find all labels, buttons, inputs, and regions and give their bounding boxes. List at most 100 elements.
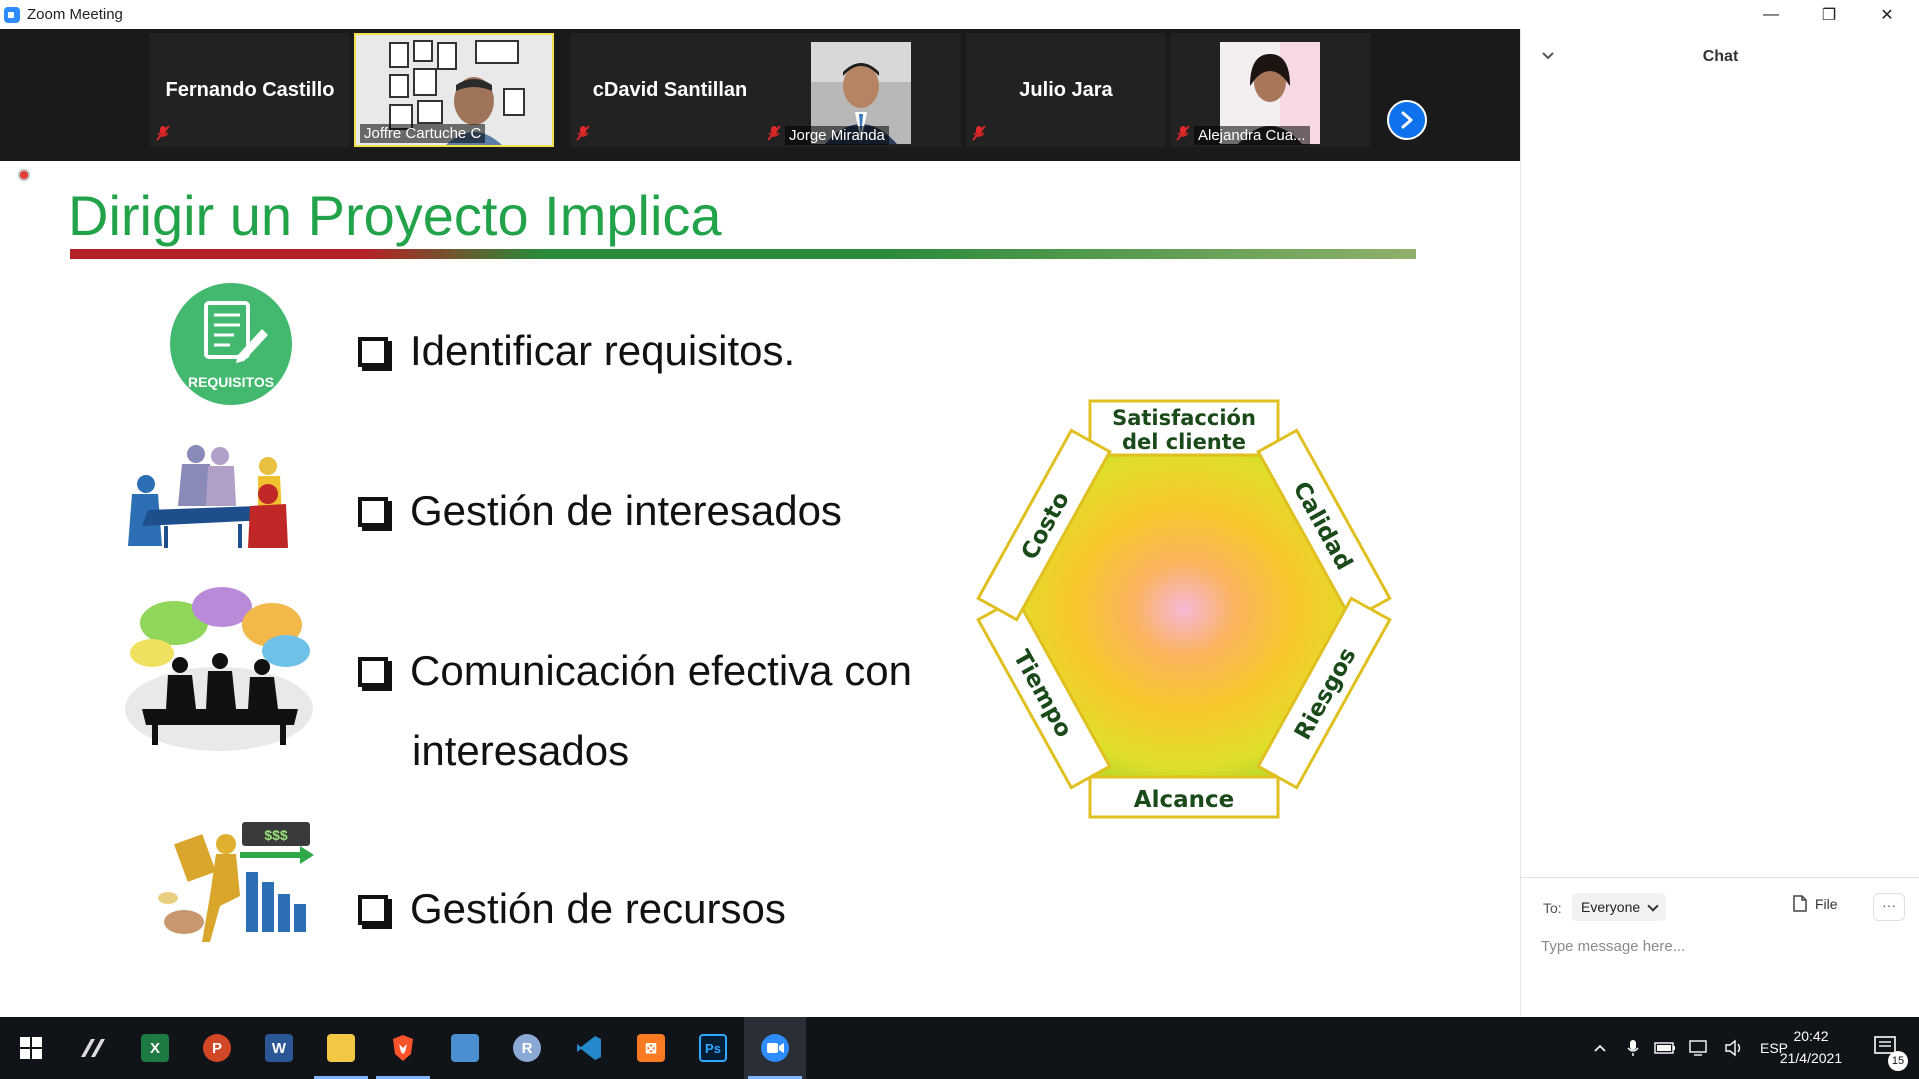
chat-header: Chat xyxy=(1521,29,1919,85)
taskbar-app[interactable] xyxy=(372,1017,434,1079)
title-underline xyxy=(70,249,1416,259)
chevron-up-icon[interactable] xyxy=(1592,1040,1608,1056)
zoom-window: Zoom Meeting — ❐ ✕ Fernando Castillo Jof… xyxy=(0,0,1919,1079)
xampp-icon: ⊠ xyxy=(637,1034,665,1062)
taskbar-app-active[interactable] xyxy=(744,1017,806,1079)
zoom-logo-icon xyxy=(4,7,20,23)
bullet-text: Gestión de interesados xyxy=(410,487,842,534)
notification-count-badge: 15 xyxy=(1888,1051,1908,1071)
chevron-down-icon xyxy=(1647,900,1659,912)
recipient-dropdown[interactable]: Everyone xyxy=(1572,893,1667,921)
participant-name: cDavid Santillan xyxy=(592,79,748,101)
taskbar-app[interactable]: X xyxy=(124,1017,186,1079)
bullet-text: Gestión de recursos xyxy=(410,885,786,932)
participant-tile[interactable]: Jorge Miranda xyxy=(761,33,961,147)
taskbar-app[interactable] xyxy=(434,1017,496,1079)
close-button[interactable]: ✕ xyxy=(1858,0,1916,29)
excel-icon: X xyxy=(141,1034,169,1062)
taskbar-app[interactable] xyxy=(310,1017,372,1079)
taskbar-clock[interactable]: 20:42 21/4/2021 xyxy=(1770,1025,1852,1069)
taskbar-app[interactable]: R xyxy=(496,1017,558,1079)
windows-start-button[interactable] xyxy=(0,1017,62,1079)
clock-date: 21/4/2021 xyxy=(1779,1050,1843,1066)
stakeholders-meeting-illustration xyxy=(128,445,288,548)
taskbar-app[interactable] xyxy=(62,1017,124,1079)
participant-name: Julio Jara xyxy=(1019,79,1113,101)
restore-button[interactable]: ❐ xyxy=(1800,0,1858,29)
network-icon[interactable] xyxy=(1688,1039,1710,1057)
hexagon-bottom-label: Alcance xyxy=(1134,787,1234,813)
participant-tile-active-speaker[interactable]: Joffre Cartuche C xyxy=(354,33,554,147)
resources-illustration: $$$ xyxy=(158,822,314,942)
file-icon xyxy=(1793,895,1807,912)
chat-message-input[interactable] xyxy=(1541,931,1901,961)
next-page-button[interactable] xyxy=(1387,100,1427,140)
window-title: Zoom Meeting xyxy=(27,6,123,23)
battery-icon[interactable] xyxy=(1654,1041,1676,1055)
bullet-item-continued: interesados xyxy=(412,727,629,775)
chevron-right-icon xyxy=(1401,111,1413,129)
title-bar: Zoom Meeting — ❐ ✕ xyxy=(0,0,1919,29)
svg-text:$$$: $$$ xyxy=(264,827,288,843)
brave-browser-icon xyxy=(393,1035,413,1061)
bullet-text: Comunicación efectiva con xyxy=(410,647,912,694)
system-tray: ESP xyxy=(1582,1017,1788,1079)
participant-gallery: Fernando Castillo Joffre Cartuche C cDav… xyxy=(0,29,1520,161)
muted-mic-icon xyxy=(576,125,590,141)
muted-mic-icon xyxy=(767,125,781,141)
checkbox-icon xyxy=(358,497,388,527)
taskbar-app[interactable] xyxy=(558,1017,620,1079)
notifications-button[interactable]: 15 xyxy=(1862,1017,1912,1079)
muted-mic-icon xyxy=(156,125,170,141)
participant-tile[interactable]: Fernando Castillo xyxy=(150,33,350,147)
participant-name: Joffre Cartuche C xyxy=(360,124,486,143)
bullet-item: Comunicación efectiva con xyxy=(358,647,912,695)
photoshop-icon: Ps xyxy=(699,1034,727,1062)
recipient-value: Everyone xyxy=(1581,899,1641,915)
recording-indicator-icon xyxy=(18,169,30,181)
bullet-item: Gestión de interesados xyxy=(358,487,842,535)
bullet-text: interesados xyxy=(412,727,630,774)
bullet-item: Identificar requisitos. xyxy=(358,327,795,375)
requisitos-label: REQUISITOS xyxy=(188,374,274,390)
hexagon-top-label-line2: del cliente xyxy=(1122,430,1246,454)
stylus-app-icon xyxy=(81,1039,105,1057)
to-label: To: xyxy=(1543,900,1562,916)
microphone-icon[interactable] xyxy=(1626,1039,1640,1057)
communication-illustration xyxy=(125,587,313,751)
more-options-button[interactable]: ··· xyxy=(1873,893,1905,921)
shared-screen: Dirigir un Proyecto Implica REQUISITOS $… xyxy=(0,161,1520,1017)
participant-name: Jorge Miranda xyxy=(785,126,889,145)
bullet-item: Gestión de recursos xyxy=(358,885,786,933)
checkbox-icon xyxy=(358,895,388,925)
muted-mic-icon xyxy=(972,125,986,141)
file-button[interactable]: File xyxy=(1793,895,1838,912)
zoom-app-icon xyxy=(761,1034,789,1062)
checkbox-icon xyxy=(358,657,388,687)
taskbar-app[interactable]: W xyxy=(248,1017,310,1079)
taskbar-app[interactable]: ⊠ xyxy=(620,1017,682,1079)
r-app-icon: R xyxy=(513,1034,541,1062)
powerpoint-icon: P xyxy=(203,1034,231,1062)
participant-name: Fernando Castillo xyxy=(165,79,335,101)
taskbar-app[interactable]: P xyxy=(186,1017,248,1079)
participant-name: Alejandra Cua... xyxy=(1194,126,1310,145)
word-icon: W xyxy=(265,1034,293,1062)
volume-icon[interactable] xyxy=(1724,1039,1744,1057)
taskbar-app[interactable]: Ps xyxy=(682,1017,744,1079)
slide-title: Dirigir un Proyecto Implica xyxy=(68,184,722,247)
chat-divider xyxy=(1521,877,1919,878)
checkbox-icon xyxy=(358,337,388,367)
project-constraints-hexagon: Satisfacción del cliente Alcance Calidad… xyxy=(976,399,1392,819)
chat-panel: Chat To: Everyone File ··· xyxy=(1520,29,1919,1017)
control-panel-icon xyxy=(451,1034,479,1062)
minimize-button[interactable]: — xyxy=(1742,0,1800,29)
hexagon-top-label-line1: Satisfacción xyxy=(1112,406,1256,430)
windows-taskbar: X P W R ⊠ Ps ESP 20:42 21/4/2021 15 xyxy=(0,1017,1919,1079)
participant-tile[interactable]: Alejandra Cua... xyxy=(1170,33,1370,147)
windows-logo-icon xyxy=(20,1037,42,1059)
participant-tile[interactable]: Julio Jara xyxy=(966,33,1166,147)
participant-tile[interactable]: cDavid Santillan xyxy=(570,33,770,147)
bullet-text: Identificar requisitos. xyxy=(410,327,796,374)
requisitos-icon: REQUISITOS xyxy=(170,283,292,405)
